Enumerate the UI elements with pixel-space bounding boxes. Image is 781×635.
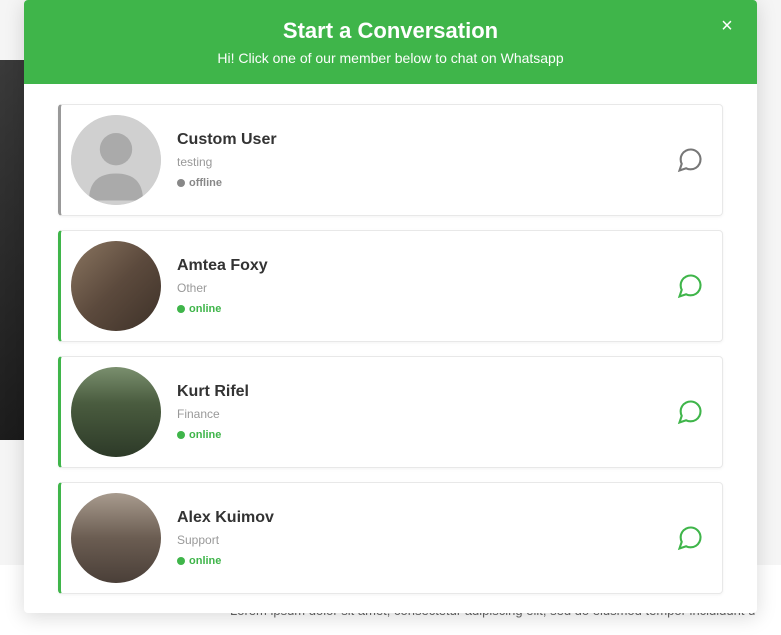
- whatsapp-icon: [676, 272, 704, 300]
- avatar: [71, 493, 161, 583]
- member-name: Amtea Foxy: [177, 257, 676, 275]
- member-card[interactable]: Amtea Foxy Other online: [58, 230, 723, 342]
- status-dot-icon: [177, 431, 185, 439]
- whatsapp-icon: [676, 398, 704, 426]
- member-name: Kurt Rifel: [177, 383, 676, 401]
- member-name: Custom User: [177, 131, 676, 149]
- members-list: Custom User testing offline Amtea Foxy O…: [24, 84, 757, 613]
- member-card[interactable]: Custom User testing offline: [58, 104, 723, 216]
- status-dot-icon: [177, 179, 185, 187]
- avatar-photo: [71, 241, 161, 331]
- close-icon: ×: [721, 16, 733, 36]
- member-info: Alex Kuimov Support online: [177, 509, 676, 567]
- member-card[interactable]: Kurt Rifel Finance online: [58, 356, 723, 468]
- member-role: Support: [177, 533, 676, 547]
- member-role: Other: [177, 281, 676, 295]
- member-status: offline: [177, 177, 676, 189]
- status-text: online: [189, 555, 221, 567]
- whatsapp-icon: [676, 524, 704, 552]
- close-button[interactable]: ×: [715, 14, 739, 38]
- avatar-placeholder-icon: [71, 115, 161, 205]
- conversation-modal: × Start a Conversation Hi! Click one of …: [24, 0, 757, 613]
- avatar: [71, 115, 161, 205]
- member-name: Alex Kuimov: [177, 509, 676, 527]
- member-role: testing: [177, 155, 676, 169]
- modal-title: Start a Conversation: [44, 18, 737, 44]
- member-info: Amtea Foxy Other online: [177, 257, 676, 315]
- avatar-photo: [71, 367, 161, 457]
- status-dot-icon: [177, 557, 185, 565]
- member-role: Finance: [177, 407, 676, 421]
- avatar: [71, 241, 161, 331]
- member-info: Kurt Rifel Finance online: [177, 383, 676, 441]
- whatsapp-icon: [676, 146, 704, 174]
- member-card[interactable]: Alex Kuimov Support online: [58, 482, 723, 594]
- modal-header: × Start a Conversation Hi! Click one of …: [24, 0, 757, 84]
- member-status: online: [177, 429, 676, 441]
- status-dot-icon: [177, 305, 185, 313]
- status-text: online: [189, 303, 221, 315]
- status-text: offline: [189, 177, 222, 189]
- modal-subtitle: Hi! Click one of our member below to cha…: [44, 50, 737, 66]
- member-status: online: [177, 555, 676, 567]
- member-status: online: [177, 303, 676, 315]
- member-info: Custom User testing offline: [177, 131, 676, 189]
- avatar: [71, 367, 161, 457]
- status-text: online: [189, 429, 221, 441]
- avatar-photo: [71, 493, 161, 583]
